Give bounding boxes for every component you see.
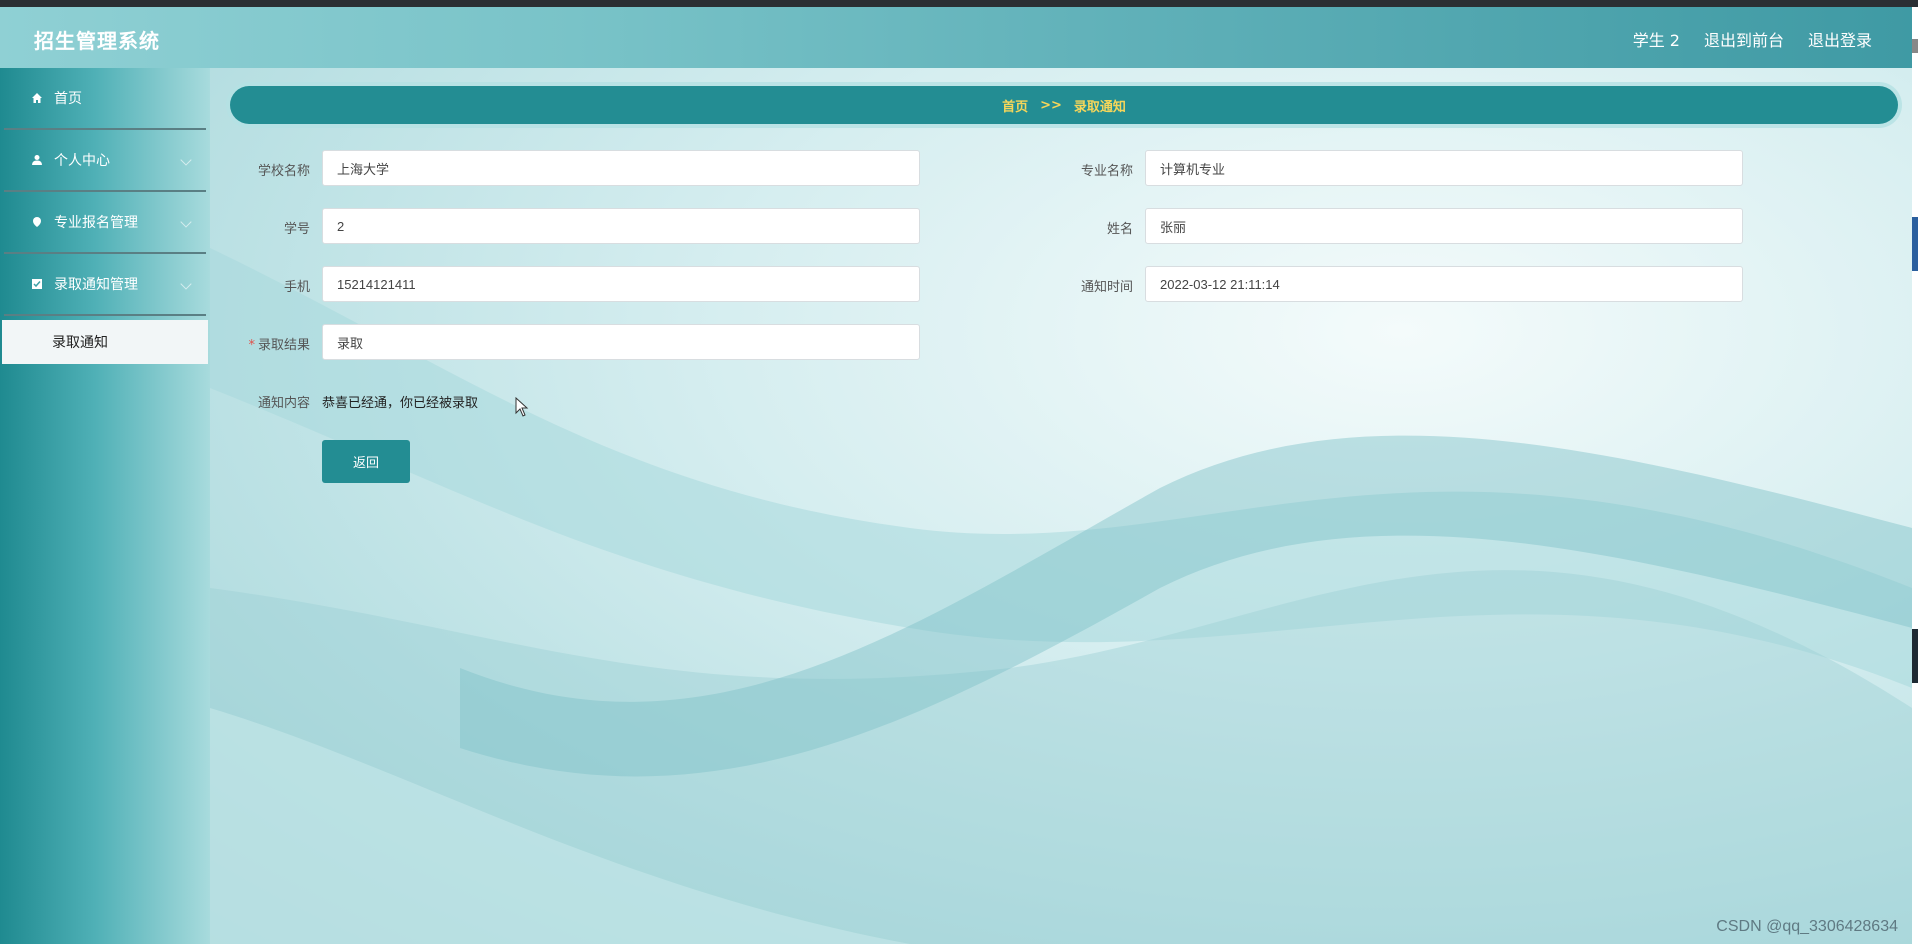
sidebar-subitem-admission-notice[interactable]: 录取通知 xyxy=(2,320,208,364)
notice-content-text: 恭喜已经通，你已经被录取 xyxy=(322,396,479,411)
sidebar-item-admission-notice[interactable]: 录取通知管理 xyxy=(4,254,206,316)
result-label: 录取结果 xyxy=(257,338,310,353)
major-name-field[interactable]: 计算机专业 xyxy=(1145,150,1743,186)
result-label-wrap: * 录取结果 xyxy=(230,334,310,353)
phone-field[interactable]: 15214121411 xyxy=(322,266,920,302)
sidebar-item-profile[interactable]: 个人中心 xyxy=(4,130,206,192)
breadcrumb-current: 录取通知 xyxy=(1073,99,1126,115)
app-title: 招生管理系统 xyxy=(34,29,160,53)
name-label: 姓名 xyxy=(1106,222,1133,237)
school-name-label: 学校名称 xyxy=(257,164,310,179)
watermark: CSDN @qq_3306428634 xyxy=(1716,918,1898,935)
name-field[interactable]: 张丽 xyxy=(1145,208,1743,244)
background-wave xyxy=(210,248,1912,944)
student-id-label: 学号 xyxy=(283,222,310,237)
header-links: 学生 2 退出到前台 退出登录 xyxy=(1633,27,1872,51)
major-name-label: 专业名称 xyxy=(1080,164,1133,179)
student-id-field[interactable]: 2 xyxy=(322,208,920,244)
breadcrumb-separator: >> xyxy=(1040,97,1062,113)
notice-time-label: 通知时间 xyxy=(1080,280,1133,295)
breadcrumb-home-link[interactable]: 首页 xyxy=(1002,96,1028,115)
sidebar-item-label: 个人中心 xyxy=(54,153,110,169)
edge-mark xyxy=(1912,217,1918,271)
sidebar-item-home[interactable]: 首页 xyxy=(4,68,206,130)
sidebar-item-major-registration[interactable]: 专业报名管理 xyxy=(4,192,206,254)
chevron-down-icon xyxy=(180,278,192,290)
map-pin-icon xyxy=(30,215,44,229)
phone-label: 手机 xyxy=(283,280,310,295)
edge-mark xyxy=(1912,39,1918,53)
school-name-field[interactable]: 上海大学 xyxy=(322,150,920,186)
sidebar-item-label: 首页 xyxy=(54,91,82,107)
notice-time-field[interactable]: 2022-03-12 21:11:14 xyxy=(1145,266,1743,302)
breadcrumb: 首页 >> 录取通知 xyxy=(230,86,1898,124)
main-content: 首页 >> 录取通知 学校名称 上海大学 专业名称 计算机专业 学号 2 姓名 … xyxy=(210,68,1912,944)
home-icon xyxy=(30,91,44,105)
sidebar-item-label: 录取通知管理 xyxy=(54,277,138,293)
sidebar-item-label: 专业报名管理 xyxy=(54,215,138,231)
window-top-strip xyxy=(0,0,1918,7)
chevron-down-icon xyxy=(180,154,192,166)
back-button[interactable]: 返回 xyxy=(322,440,410,483)
top-header: 招生管理系统 学生 2 退出到前台 退出登录 xyxy=(0,7,1912,68)
right-edge-strip xyxy=(1912,7,1918,944)
mouse-cursor-icon xyxy=(515,397,529,417)
sidebar: 首页 个人中心 专业报名管理 录取通知管理 录取通知 xyxy=(0,68,210,944)
logout-link[interactable]: 退出登录 xyxy=(1808,27,1872,51)
result-field[interactable]: 录取 xyxy=(322,324,920,360)
required-mark: * xyxy=(248,338,255,353)
checkbox-icon xyxy=(30,277,44,291)
exit-to-frontend-link[interactable]: 退出到前台 xyxy=(1704,27,1784,51)
chevron-down-icon xyxy=(180,216,192,228)
current-user-link[interactable]: 学生 2 xyxy=(1633,27,1680,51)
edge-mark xyxy=(1912,629,1918,683)
user-icon xyxy=(30,153,44,167)
notice-content-label: 通知内容 xyxy=(257,396,310,411)
